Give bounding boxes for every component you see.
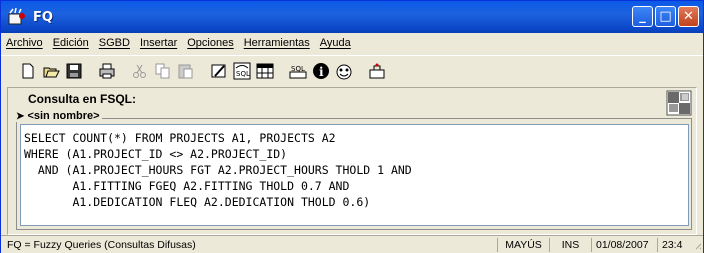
query-name-label: ➤ <sin nombre> [16, 110, 102, 122]
paste-icon [178, 64, 193, 78]
cut-button[interactable] [129, 60, 151, 82]
sql-icon: SQL [289, 65, 307, 78]
menu-herramientas[interactable]: Herramientas [243, 37, 311, 49]
new-icon [22, 63, 34, 78]
exit-icon [336, 64, 352, 79]
query-editor[interactable]: SELECT COUNT(*) FROM PROJECTS A1, PROJEC… [20, 124, 689, 226]
new-button[interactable] [17, 60, 39, 82]
clear-icon [211, 64, 226, 77]
panel-label: Consulta en FSQL: [28, 92, 136, 106]
status-description: FQ = Fuzzy Queries (Consultas Difusas) [7, 239, 196, 251]
open-button[interactable] [40, 60, 62, 82]
paste-button[interactable] [175, 60, 197, 82]
maximize-icon: □ [659, 9, 672, 24]
title-bar[interactable]: FQ _ □ ✕ [1, 1, 703, 33]
save-icon [66, 63, 82, 78]
close-icon: ✕ [683, 9, 694, 24]
query-panel: Consulta en FSQL: ➤ <sin nombre> SELECT … [7, 87, 697, 235]
svg-text:SQL: SQL [236, 70, 250, 78]
table-button[interactable] [254, 60, 276, 82]
clear-button[interactable] [208, 60, 230, 82]
window-controls: _ □ ✕ [632, 6, 699, 27]
svg-text:i: i [319, 65, 324, 79]
copy-icon [155, 63, 170, 78]
run-icon [369, 63, 385, 78]
exit-button[interactable] [333, 60, 355, 82]
menu-opciones[interactable]: Opciones [186, 37, 234, 49]
info-icon: i [313, 62, 329, 79]
sql-button[interactable]: SQL [287, 60, 309, 82]
fsql-button[interactable]: SQL [231, 60, 253, 82]
toolbar: SQL SQL i [1, 55, 703, 85]
status-date: 01/08/2007 [591, 238, 657, 252]
status-caps: MAYÚS [497, 238, 549, 252]
print-icon [99, 63, 115, 78]
minimize-button[interactable]: _ [632, 6, 653, 27]
query-name: <sin nombre> [27, 110, 100, 122]
arrow-right-icon: ➤ [16, 111, 25, 122]
menu-bar: Archivo Edición SGBD Insertar Opciones H… [1, 33, 703, 53]
save-button[interactable] [63, 60, 85, 82]
minimize-icon: _ [639, 9, 646, 24]
run-button[interactable] [366, 60, 388, 82]
menu-sgbd[interactable]: SGBD [98, 37, 131, 49]
print-button[interactable] [96, 60, 118, 82]
status-time: 23:4 [657, 238, 687, 252]
open-icon [43, 67, 60, 77]
database-icon[interactable] [666, 90, 692, 116]
fsql-icon: SQL [233, 62, 251, 79]
info-button[interactable]: i [310, 60, 332, 82]
app-window: FQ _ □ ✕ Archivo Edición SGBD Insertar O… [0, 0, 704, 253]
table-icon [256, 63, 274, 78]
maximize-button[interactable]: □ [655, 6, 676, 27]
app-logo-icon [7, 7, 27, 26]
close-button[interactable]: ✕ [678, 6, 699, 27]
menu-ayuda[interactable]: Ayuda [319, 37, 352, 49]
cut-icon [133, 64, 146, 78]
menu-edicion[interactable]: Edición [52, 37, 90, 49]
status-bar: FQ = Fuzzy Queries (Consultas Difusas) M… [1, 235, 703, 253]
status-ins: INS [549, 238, 591, 252]
window-title: FQ [33, 9, 53, 25]
menu-insertar[interactable]: Insertar [139, 37, 178, 49]
copy-button[interactable] [152, 60, 174, 82]
resize-grip-icon[interactable] [689, 238, 701, 252]
menu-archivo[interactable]: Archivo [5, 37, 44, 49]
